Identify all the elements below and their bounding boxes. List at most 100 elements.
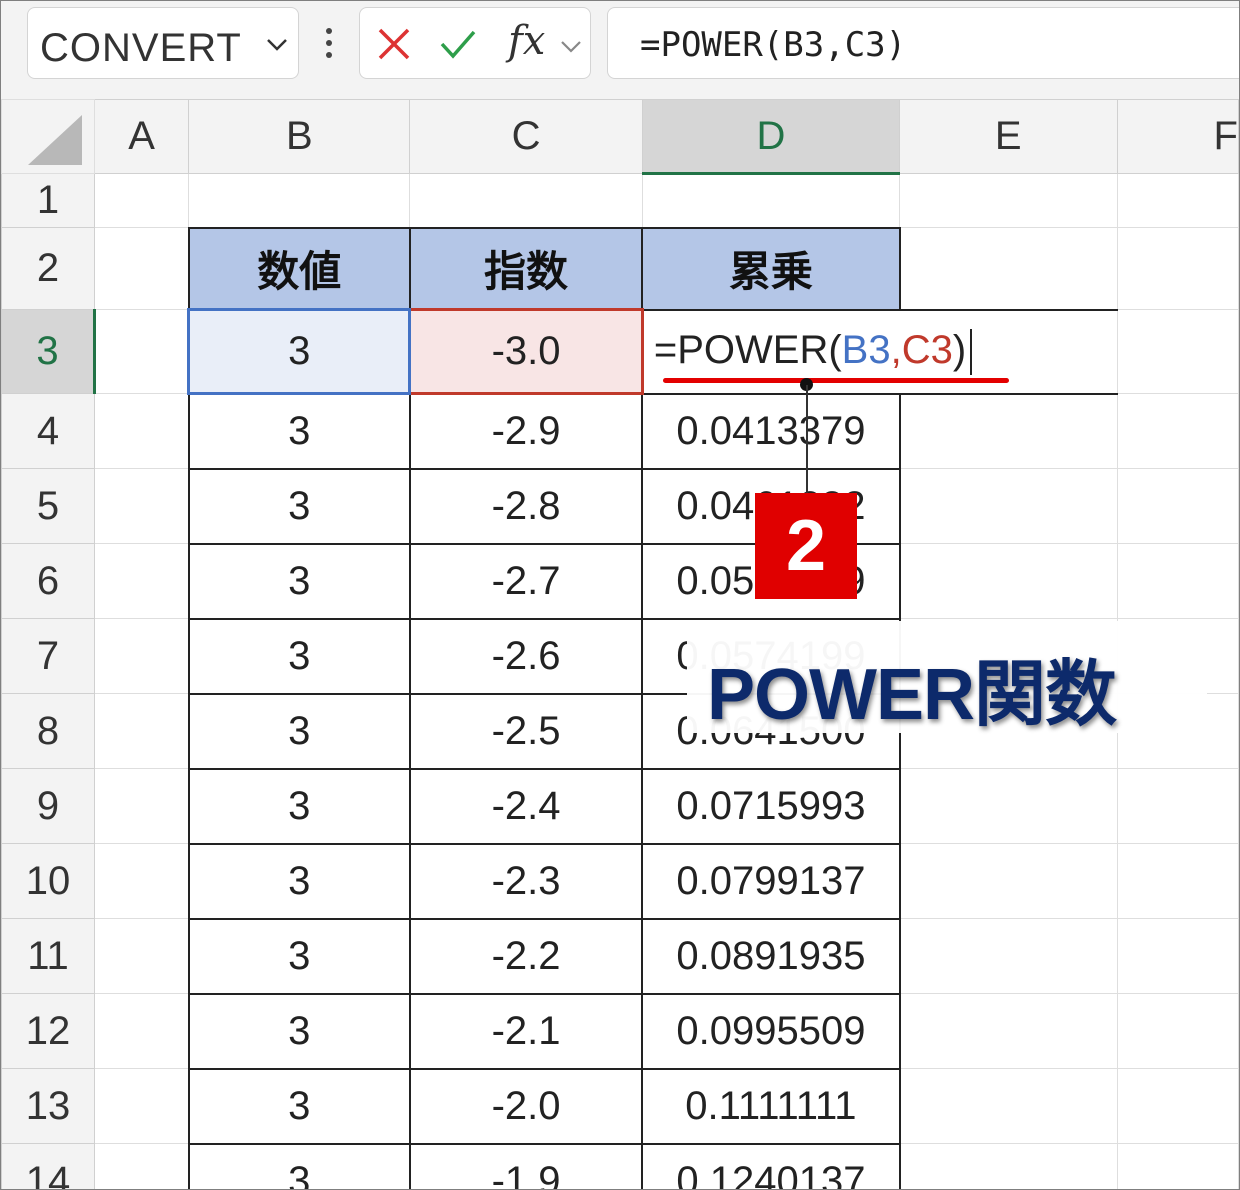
table-cell[interactable]: -2.9 [408, 392, 644, 470]
cell[interactable] [1116, 543, 1239, 619]
cell[interactable] [1116, 1068, 1239, 1144]
table-cell[interactable]: 0.0715993 [641, 767, 901, 845]
cell[interactable] [1116, 843, 1239, 919]
table-cell[interactable]: 3 [187, 917, 411, 995]
chevron-down-icon[interactable] [558, 34, 584, 60]
column-header-e[interactable]: E [899, 99, 1118, 174]
cell[interactable] [93, 1068, 190, 1144]
cell[interactable] [1116, 173, 1239, 228]
cell[interactable] [409, 173, 643, 228]
cell[interactable] [1116, 768, 1239, 844]
table-cell[interactable]: -2.5 [408, 692, 644, 770]
row-header[interactable]: 12 [1, 993, 95, 1069]
cell[interactable] [93, 309, 190, 394]
cell-b3-reference[interactable]: 3 [187, 308, 412, 395]
row-header[interactable]: 9 [1, 768, 95, 844]
row-header[interactable]: 7 [1, 618, 95, 694]
cell[interactable] [93, 993, 190, 1069]
row-header[interactable]: 6 [1, 543, 95, 619]
cell[interactable] [93, 543, 190, 619]
column-header-c[interactable]: C [409, 99, 643, 174]
cell[interactable] [899, 918, 1118, 994]
cell[interactable] [93, 173, 190, 228]
chevron-down-icon[interactable] [262, 30, 292, 60]
table-cell[interactable]: 3 [187, 467, 411, 545]
cell[interactable] [1116, 468, 1239, 544]
insert-function-icon[interactable]: fx [508, 18, 545, 64]
cell[interactable] [1116, 1143, 1239, 1189]
cell[interactable] [899, 393, 1118, 469]
cell[interactable] [1116, 393, 1239, 469]
table-cell[interactable]: 0.0995509 [641, 992, 901, 1070]
column-header-b[interactable]: B [188, 99, 411, 174]
table-cell[interactable]: 0.0891935 [641, 917, 901, 995]
cell[interactable] [1116, 309, 1239, 394]
cell[interactable] [1116, 993, 1239, 1069]
cell[interactable] [899, 993, 1118, 1069]
name-box[interactable]: CONVERT [27, 7, 299, 79]
column-header-a[interactable]: A [93, 99, 190, 174]
table-cell[interactable]: 3 [187, 617, 411, 695]
table-header-power[interactable]: 累乗 [641, 226, 901, 311]
column-header-d[interactable]: D [641, 99, 901, 175]
cell[interactable] [93, 843, 190, 919]
cell[interactable] [93, 1143, 190, 1189]
cell[interactable] [899, 468, 1118, 544]
cell[interactable] [899, 1068, 1118, 1144]
row-header[interactable]: 1 [1, 173, 95, 228]
table-cell[interactable]: 3 [187, 392, 411, 470]
table-cell[interactable]: 3 [187, 692, 411, 770]
row-header[interactable]: 8 [1, 693, 95, 769]
table-cell[interactable]: 0.1111111 [641, 1067, 901, 1145]
table-header-value[interactable]: 数値 [187, 226, 411, 311]
cell[interactable] [899, 543, 1118, 619]
table-cell[interactable]: 3 [187, 1067, 411, 1145]
more-options-icon[interactable] [319, 23, 339, 63]
cell-c3-reference[interactable]: -3.0 [408, 308, 644, 395]
row-header[interactable]: 4 [1, 393, 95, 469]
cell[interactable] [899, 1143, 1118, 1189]
cell[interactable] [93, 618, 190, 694]
cell[interactable] [93, 468, 190, 544]
table-cell[interactable]: 0.1240137 [641, 1142, 901, 1189]
column-header-f[interactable]: F [1116, 99, 1239, 174]
cell[interactable] [641, 173, 901, 228]
cell[interactable] [899, 843, 1118, 919]
table-cell[interactable]: -1.9 [408, 1142, 644, 1189]
cell[interactable] [93, 227, 190, 310]
table-cell[interactable]: -2.4 [408, 767, 644, 845]
table-cell[interactable]: 3 [187, 1142, 411, 1189]
table-cell[interactable]: 3 [187, 542, 411, 620]
table-cell[interactable]: 3 [187, 767, 411, 845]
table-cell[interactable]: -2.3 [408, 842, 644, 920]
row-header[interactable]: 13 [1, 1068, 95, 1144]
select-all-corner[interactable] [1, 99, 95, 174]
table-cell[interactable]: -2.0 [408, 1067, 644, 1145]
row-header[interactable]: 5 [1, 468, 95, 544]
table-cell[interactable]: 0.0413379 [641, 392, 901, 470]
table-cell[interactable]: -2.6 [408, 617, 644, 695]
cell[interactable] [899, 173, 1118, 228]
formula-input[interactable]: =POWER(B3,C3) [607, 7, 1239, 79]
table-header-exponent[interactable]: 指数 [408, 226, 644, 311]
row-header[interactable]: 2 [1, 227, 95, 310]
table-cell[interactable]: 3 [187, 992, 411, 1070]
row-header[interactable]: 14 [1, 1143, 95, 1189]
cell[interactable] [1116, 227, 1239, 310]
row-header[interactable]: 3 [1, 309, 96, 394]
cell[interactable] [93, 693, 190, 769]
table-cell[interactable]: -2.7 [408, 542, 644, 620]
enter-check-icon[interactable] [438, 24, 478, 64]
table-cell[interactable]: 0.0799137 [641, 842, 901, 920]
cancel-icon[interactable] [374, 24, 414, 64]
cell[interactable] [93, 918, 190, 994]
cell[interactable] [93, 393, 190, 469]
table-cell[interactable]: -2.8 [408, 467, 644, 545]
cell[interactable] [188, 173, 411, 228]
cell[interactable] [899, 227, 1118, 310]
table-cell[interactable]: 3 [187, 842, 411, 920]
cell[interactable] [93, 768, 190, 844]
table-cell[interactable]: -2.2 [408, 917, 644, 995]
cell[interactable] [899, 768, 1118, 844]
table-cell[interactable]: -2.1 [408, 992, 644, 1070]
